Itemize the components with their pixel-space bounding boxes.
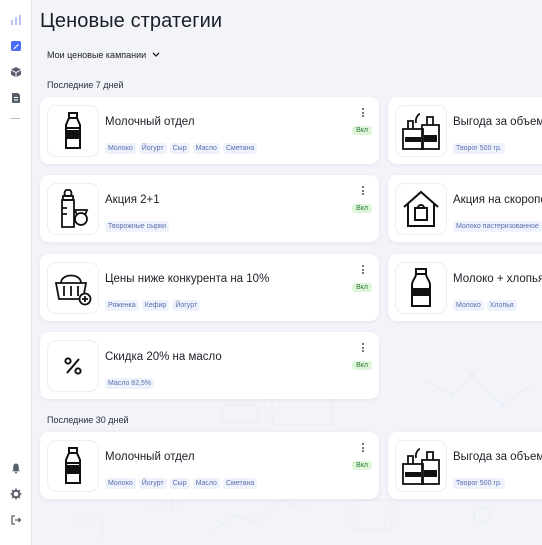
section-label: Последние 30 дней [47, 415, 129, 425]
card-tag: Молоко [105, 143, 136, 154]
status-badge: Вкл [352, 461, 372, 470]
card-tag: Масло 82,5% [105, 378, 155, 389]
logout-icon[interactable] [8, 512, 24, 528]
milk-jug-icon [395, 262, 447, 314]
card-title: Молочный отдел [105, 451, 195, 463]
campaign-card[interactable]: Выгода за объем Творог 500 гр. [388, 97, 542, 164]
card-tag: Сметана [222, 143, 258, 154]
campaigns-dropdown[interactable]: Мои ценовые кампании [47, 50, 160, 60]
card-tag: Сыр [169, 478, 190, 489]
card-tags: Творог 500 гр. [453, 478, 505, 489]
campaign-card[interactable]: Скидка 20% на масло Масло 82,5% Вкл [40, 332, 379, 399]
status-badge: Вкл [352, 361, 372, 370]
card-title: Выгода за объем [453, 451, 542, 463]
card-tag: Йогурт [138, 478, 167, 489]
percent-icon [47, 340, 99, 392]
card-title: Акция 2+1 [105, 194, 160, 206]
store-icon [395, 183, 447, 235]
campaign-card[interactable]: Молочный отдел Молоко Йогурт Сыр Масло С… [40, 432, 379, 499]
milk-bottle-icon [47, 105, 99, 157]
document-icon[interactable] [8, 90, 24, 106]
baby-bottle-icon [47, 183, 99, 235]
card-tags: Ряженка Кефир Йогурт [105, 300, 201, 311]
card-tag: Йогурт [138, 143, 167, 154]
analytics-icon[interactable] [8, 12, 24, 28]
basket-icon [47, 262, 99, 314]
card-tags: Творожные сырки [105, 221, 170, 232]
campaign-card[interactable]: Акция на скоропортящиеся Молоко пастериз… [388, 175, 542, 242]
card-tag: Йогурт [172, 300, 201, 311]
card-tags: Масло 82,5% [105, 378, 155, 389]
status-badge: Вкл [352, 204, 372, 213]
card-title: Молочный отдел [105, 116, 195, 128]
sidebar-divider [10, 118, 20, 119]
edit-icon[interactable] [8, 38, 24, 54]
card-tag: Творог 500 гр. [453, 478, 505, 489]
card-title: Скидка 20% на масло [105, 351, 222, 363]
card-tag: Ряженка [105, 300, 139, 311]
section-label: Последние 7 дней [47, 80, 124, 90]
card-tags: Молоко Йогурт Сыр Масло Сметана [105, 143, 258, 154]
cube-icon[interactable] [8, 64, 24, 80]
more-vertical-icon[interactable] [359, 186, 367, 198]
chevron-down-icon [152, 52, 160, 57]
card-tag: Молоко [453, 300, 484, 311]
campaign-card[interactable]: Акция 2+1 Творожные сырки Вкл [40, 175, 379, 242]
card-title: Цены ниже конкурента на 10% [105, 273, 270, 285]
card-tag: Хлопья [486, 300, 517, 311]
status-badge: Вкл [352, 126, 372, 135]
card-tag: Творог 500 гр. [453, 143, 505, 154]
card-tag: Молоко пастеризованное [453, 221, 542, 232]
campaign-card[interactable]: Выгода за объем Творог 500 гр. [388, 432, 542, 499]
bell-icon[interactable] [8, 460, 24, 476]
grocery-bag-icon [395, 440, 447, 492]
more-vertical-icon[interactable] [359, 265, 367, 277]
sidebar [0, 0, 32, 545]
campaign-card[interactable]: Молоко + хлопья Молоко Хлопья [388, 254, 542, 321]
card-tag: Масло [192, 143, 220, 154]
card-tag: Творожные сырки [105, 221, 170, 232]
card-tags: Молоко пастеризованное [453, 221, 542, 232]
card-tag: Сметана [222, 478, 258, 489]
card-title: Выгода за объем [453, 116, 542, 128]
campaign-card[interactable]: Цены ниже конкурента на 10% Ряженка Кефи… [40, 254, 379, 321]
milk-bottle-icon [47, 440, 99, 492]
status-badge: Вкл [352, 283, 372, 292]
campaign-card[interactable]: Молочный отдел Молоко Йогурт Сыр Масло С… [40, 97, 379, 164]
grocery-bag-icon [395, 105, 447, 157]
card-title: Акция на скоропортящиеся [453, 194, 542, 206]
card-tags: Творог 500 гр. [453, 143, 505, 154]
more-vertical-icon[interactable] [359, 108, 367, 120]
card-title: Молоко + хлопья [453, 273, 542, 285]
campaigns-dropdown-label: Мои ценовые кампании [47, 50, 147, 60]
card-tag: Молоко [105, 478, 136, 489]
main-area: Ценовые стратегии Мои ценовые кампании П… [32, 0, 542, 545]
gear-icon[interactable] [8, 486, 24, 502]
more-vertical-icon[interactable] [359, 343, 367, 355]
card-tag: Сыр [169, 143, 190, 154]
page-title: Ценовые стратегии [40, 10, 223, 32]
more-vertical-icon[interactable] [359, 443, 367, 455]
card-tag: Кефир [141, 300, 170, 311]
card-tags: Молоко Хлопья [453, 300, 517, 311]
card-tags: Молоко Йогурт Сыр Масло Сметана [105, 478, 258, 489]
card-tag: Масло [192, 478, 220, 489]
